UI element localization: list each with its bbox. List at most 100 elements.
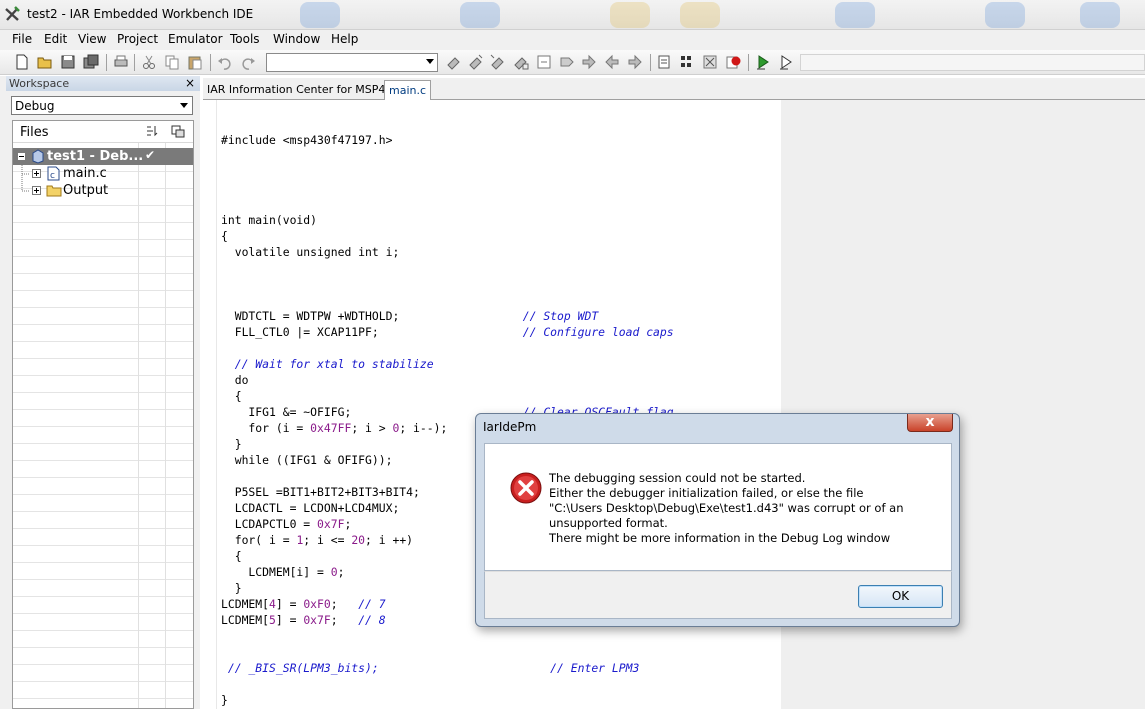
code-line: // _BIS_SR(LPM3_bits); // Enter LPM3 bbox=[221, 661, 640, 675]
dialog-message-area: The debugging session could not be start… bbox=[484, 443, 952, 571]
code-line: do bbox=[221, 373, 249, 387]
code-line: #include <msp430f47197.h> bbox=[221, 133, 393, 147]
compile-icon[interactable] bbox=[656, 53, 674, 71]
find-icon[interactable] bbox=[445, 53, 463, 71]
goto-icon[interactable] bbox=[535, 53, 553, 71]
expand-icon[interactable] bbox=[32, 186, 41, 195]
code-line: // Wait for xtal to stabilize bbox=[221, 357, 434, 371]
code-line: P5SEL =BIT1+BIT2+BIT3+BIT4; bbox=[221, 485, 420, 499]
chevron-down-icon[interactable] bbox=[180, 103, 188, 108]
redo-icon[interactable] bbox=[239, 53, 257, 71]
chevron-down-icon[interactable] bbox=[426, 59, 434, 64]
code-line: { bbox=[221, 229, 228, 243]
code-line: FLL_CTL0 |= XCAP11PF; // Configure load … bbox=[221, 325, 674, 339]
code-line: { bbox=[221, 549, 242, 563]
desktop-icon bbox=[985, 2, 1025, 28]
configuration-select[interactable]: Debug bbox=[11, 96, 193, 115]
breakpoint-icon[interactable] bbox=[725, 53, 743, 71]
svg-text:c: c bbox=[50, 171, 55, 181]
find-next-icon[interactable] bbox=[467, 53, 485, 71]
options-icon[interactable] bbox=[170, 124, 186, 138]
new-file-icon[interactable] bbox=[13, 53, 31, 71]
close-icon: x bbox=[925, 414, 935, 430]
editor-gutter[interactable] bbox=[203, 100, 217, 709]
copy-icon[interactable] bbox=[163, 53, 181, 71]
code-line: } bbox=[221, 693, 228, 707]
workspace-title: Workspace bbox=[9, 77, 70, 90]
save-all-icon[interactable] bbox=[82, 53, 100, 71]
tree-item-output[interactable]: Output bbox=[13, 182, 193, 199]
menu-window[interactable]: Window bbox=[270, 32, 323, 46]
paste-icon[interactable] bbox=[186, 53, 204, 71]
menu-file[interactable]: File bbox=[9, 32, 35, 46]
find-previous-icon[interactable] bbox=[489, 53, 507, 71]
iar-app-icon[interactable] bbox=[4, 6, 21, 23]
close-icon[interactable]: × bbox=[185, 76, 195, 90]
cut-icon[interactable] bbox=[140, 53, 158, 71]
tree-item-project[interactable]: test1 - Deb... ✔ bbox=[13, 148, 193, 165]
collapse-icon[interactable] bbox=[17, 152, 26, 161]
next-bookmark-icon[interactable] bbox=[580, 53, 598, 71]
code-line: WDTCTL = WDTPW +WDTHOLD; // Stop WDT bbox=[221, 309, 599, 323]
project-icon bbox=[32, 149, 44, 164]
menu-bar: File Edit View Project Emulator Tools Wi… bbox=[0, 30, 1145, 50]
undo-icon[interactable] bbox=[216, 53, 234, 71]
save-icon[interactable] bbox=[59, 53, 77, 71]
stop-build-icon[interactable] bbox=[702, 53, 720, 71]
file-tree[interactable]: Files test1 - Deb... ✔ c main.c Output bbox=[12, 120, 194, 709]
tab-main-c[interactable]: main.c bbox=[384, 80, 432, 100]
main-c-label: main.c bbox=[63, 166, 107, 181]
dialog-close-button[interactable]: x bbox=[907, 414, 953, 432]
code-line: while ((IFG1 & OFIFG)); bbox=[221, 453, 393, 467]
workspace-panel: Workspace × Debug Files test1 - Deb... ✔… bbox=[0, 76, 200, 709]
code-line: volatile unsigned int i; bbox=[221, 245, 400, 259]
code-line: int main(void) bbox=[221, 213, 318, 227]
toggle-bookmark-icon[interactable] bbox=[558, 53, 576, 71]
title-bar[interactable]: test2 - IAR Embedded Workbench IDE bbox=[0, 0, 1145, 30]
sort-icon[interactable] bbox=[144, 124, 160, 138]
code-line: LCDAPCTL0 = 0x7F; bbox=[221, 517, 352, 531]
code-line: LCDMEM[i] = 0; bbox=[221, 565, 345, 579]
code-line: for( i = 1; i <= 20; i ++) bbox=[221, 533, 414, 547]
toolbar-empty-area bbox=[800, 54, 1145, 71]
toolbar-separator bbox=[106, 54, 107, 71]
print-icon[interactable] bbox=[112, 53, 130, 71]
menu-help[interactable]: Help bbox=[328, 32, 361, 46]
ok-button[interactable]: OK bbox=[858, 585, 943, 608]
menu-project[interactable]: Project bbox=[114, 32, 161, 46]
toolbar-separator bbox=[210, 54, 211, 71]
code-line: LCDACTL = LCDON+LCD4MUX; bbox=[221, 501, 400, 515]
desktop-icon bbox=[1080, 2, 1120, 28]
toolbar bbox=[0, 50, 1145, 75]
tree-item-main-c[interactable]: c main.c bbox=[13, 165, 193, 182]
open-folder-icon[interactable] bbox=[36, 53, 54, 71]
toolbar-separator bbox=[134, 54, 135, 71]
window-title: test2 - IAR Embedded Workbench IDE bbox=[27, 7, 254, 21]
tab-iar-information-center[interactable]: IAR Information Center for MSP430 bbox=[203, 80, 403, 100]
toolbar-separator bbox=[650, 54, 651, 71]
navigate-back-icon[interactable] bbox=[603, 53, 621, 71]
menu-tools[interactable]: Tools bbox=[227, 32, 263, 46]
output-label: Output bbox=[63, 183, 109, 198]
download-debug-icon[interactable] bbox=[754, 53, 772, 71]
replace-icon[interactable] bbox=[512, 53, 530, 71]
checkmark-icon: ✔ bbox=[145, 148, 156, 162]
editor-tab-bar: IAR Information Center for MSP430 main.c bbox=[203, 78, 1145, 100]
dialog-message-line: There might be more information in the D… bbox=[549, 531, 891, 545]
code-line: { bbox=[221, 389, 242, 403]
desktop-icon bbox=[680, 2, 720, 28]
code-line: LCDMEM[5] = 0x7F; // 8 bbox=[221, 613, 386, 627]
toolbar-separator bbox=[748, 54, 749, 71]
menu-edit[interactable]: Edit bbox=[41, 32, 70, 46]
make-icon[interactable] bbox=[679, 53, 697, 71]
navigate-forward-icon[interactable] bbox=[626, 53, 644, 71]
debug-without-download-icon[interactable] bbox=[777, 53, 795, 71]
find-combo[interactable] bbox=[266, 53, 438, 72]
code-line: } bbox=[221, 437, 242, 451]
expand-icon[interactable] bbox=[32, 169, 41, 178]
menu-view[interactable]: View bbox=[75, 32, 109, 46]
dialog-title: IarIdePm bbox=[483, 420, 537, 434]
files-column-header: Files bbox=[13, 121, 193, 143]
c-file-icon: c bbox=[47, 166, 60, 181]
menu-emulator[interactable]: Emulator bbox=[165, 32, 226, 46]
